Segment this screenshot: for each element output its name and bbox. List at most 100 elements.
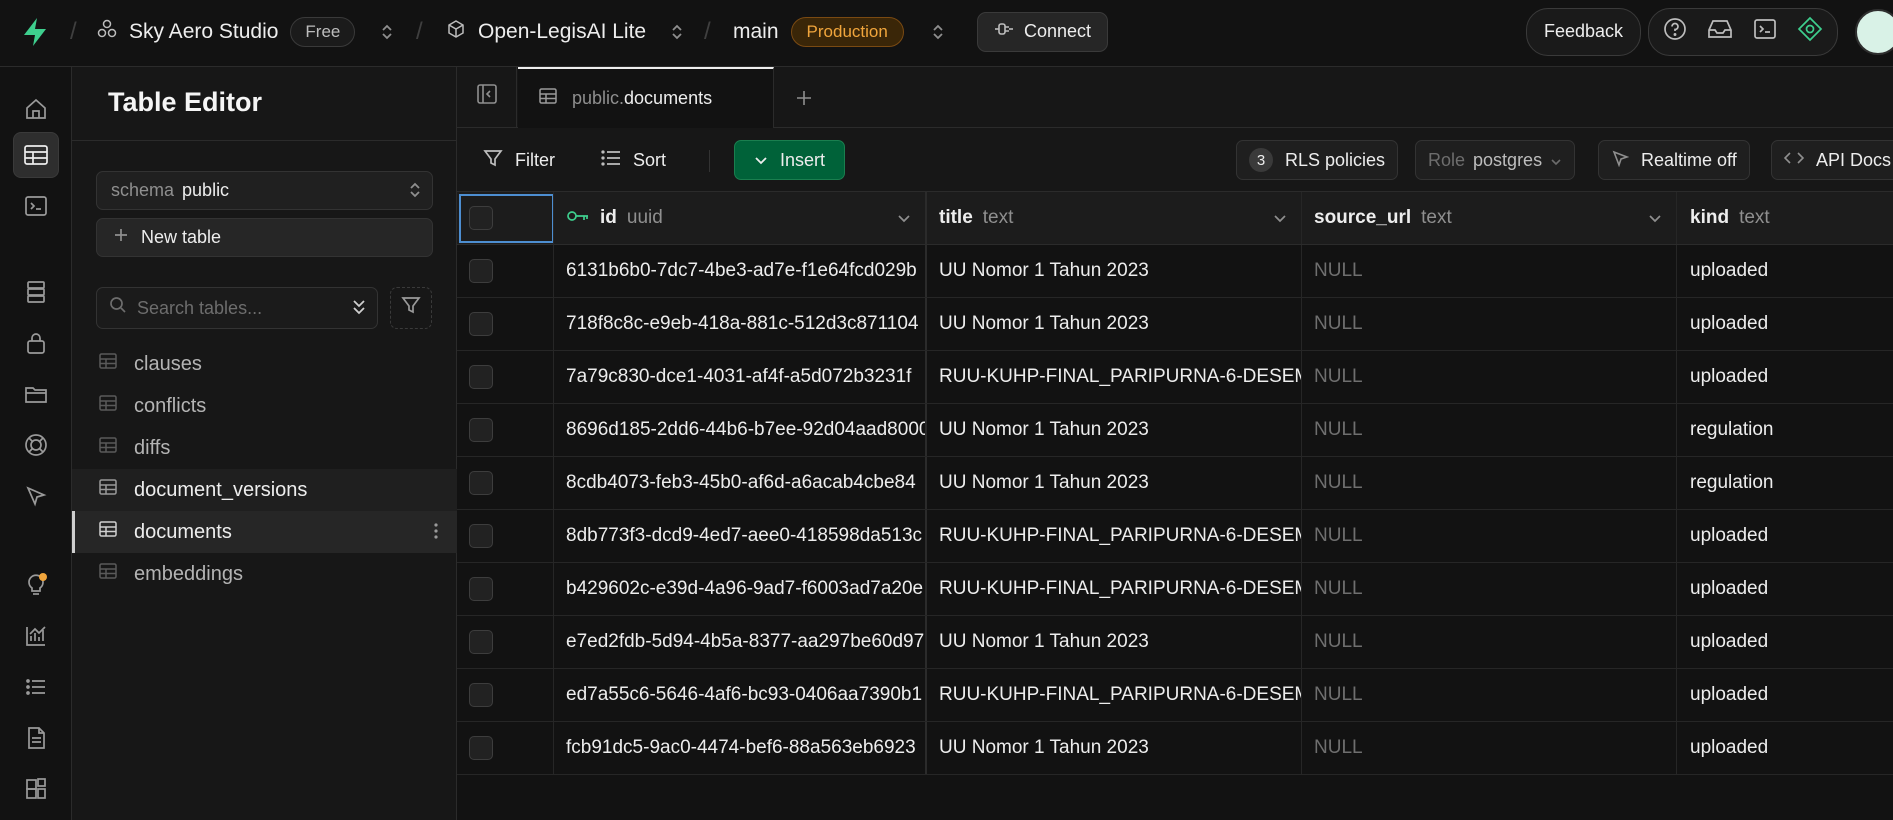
table-item-diffs[interactable]: diffs bbox=[72, 427, 457, 469]
cell-source-url[interactable]: NULL bbox=[1302, 722, 1677, 774]
cell-title[interactable]: UU Nomor 1 Tahun 2023 bbox=[927, 722, 1302, 774]
table-editor-icon[interactable] bbox=[13, 132, 59, 178]
cell-source-url[interactable]: NULL bbox=[1302, 404, 1677, 456]
table-row[interactable]: 718f8c8c-e9eb-418a-881c-512d3c871104 UU N… bbox=[457, 298, 1893, 351]
cursor-icon[interactable] bbox=[13, 473, 59, 519]
cell-kind[interactable]: uploaded bbox=[1677, 510, 1893, 562]
row-checkbox[interactable] bbox=[469, 471, 493, 495]
auth-lock-icon[interactable] bbox=[13, 320, 59, 366]
cell-id[interactable]: 6131b6b0-7dc7-4be3-ad7e-f1e64fcd029b bbox=[554, 245, 927, 297]
cell-source-url[interactable]: NULL bbox=[1302, 669, 1677, 721]
cell-id[interactable]: ed7a55c6-5646-4af6-bc93-0406aa7390b1 bbox=[554, 669, 927, 721]
cell-source-url[interactable]: NULL bbox=[1302, 510, 1677, 562]
sort-button[interactable]: Sort bbox=[589, 140, 678, 180]
cell-id[interactable]: 8cdb4073-feb3-45b0-af6d-a6acab4cbe84 bbox=[554, 457, 927, 509]
cell-kind[interactable]: uploaded bbox=[1677, 669, 1893, 721]
table-row[interactable]: ed7a55c6-5646-4af6-bc93-0406aa7390b1 RUU-… bbox=[457, 669, 1893, 722]
table-row[interactable]: 6131b6b0-7dc7-4be3-ad7e-f1e64fcd029b UU N… bbox=[457, 245, 1893, 298]
cell-title[interactable]: RUU-KUHP-FINAL_PARIPURNA-6-DESEMBER bbox=[927, 510, 1302, 562]
cell-id[interactable]: 8696d185-2dd6-44b6-b7ee-92d04aad8000 bbox=[554, 404, 927, 456]
table-item-documents[interactable]: documents bbox=[72, 511, 457, 553]
row-checkbox[interactable] bbox=[469, 365, 493, 389]
filter-button[interactable]: Filter bbox=[471, 140, 567, 180]
advisors-lightbulb-icon[interactable] bbox=[13, 561, 59, 607]
cell-id[interactable]: 8db773f3-dcd9-4ed7-aee0-418598da513c bbox=[554, 510, 927, 562]
row-checkbox[interactable] bbox=[469, 683, 493, 707]
tab-documents[interactable]: public.documents bbox=[518, 67, 774, 128]
connect-button[interactable]: Connect bbox=[977, 11, 1109, 52]
integrations-icon[interactable] bbox=[13, 766, 59, 812]
column-header-kind[interactable]: kind text bbox=[1677, 192, 1893, 244]
user-avatar[interactable] bbox=[1855, 9, 1893, 55]
column-header-source-url[interactable]: source_url text bbox=[1302, 192, 1677, 244]
cell-kind[interactable]: uploaded bbox=[1677, 722, 1893, 774]
chevron-down-icon[interactable] bbox=[1648, 208, 1662, 230]
column-header-id[interactable]: id uuid bbox=[554, 192, 927, 244]
table-row[interactable]: fcb91dc5-9ac0-4474-bef6-88a563eb6923 UU N… bbox=[457, 722, 1893, 775]
cell-kind[interactable]: uploaded bbox=[1677, 351, 1893, 403]
cell-title[interactable]: RUU-KUHP-FINAL_PARIPURNA-6-DESEMBER bbox=[927, 563, 1302, 615]
row-checkbox[interactable] bbox=[469, 312, 493, 336]
table-row[interactable]: 8cdb4073-feb3-45b0-af6d-a6acab4cbe84 UU N… bbox=[457, 457, 1893, 510]
storage-folder-icon[interactable] bbox=[13, 371, 59, 417]
sql-editor-icon[interactable] bbox=[13, 183, 59, 229]
assistant-icon[interactable] bbox=[1797, 16, 1823, 48]
add-tab-icon[interactable] bbox=[789, 83, 819, 113]
search-tables-input[interactable] bbox=[137, 297, 327, 319]
table-item-document-versions[interactable]: document_versions bbox=[72, 469, 457, 511]
cell-title[interactable]: RUU-KUHP-FINAL_PARIPURNA-6-DESEMBER bbox=[927, 351, 1302, 403]
cell-title[interactable]: UU Nomor 1 Tahun 2023 bbox=[927, 457, 1302, 509]
project-switch-chevron-icon[interactable] bbox=[670, 0, 684, 63]
toggle-sidebar-button[interactable] bbox=[457, 67, 517, 127]
cell-source-url[interactable]: NULL bbox=[1302, 351, 1677, 403]
chevron-down-icon[interactable] bbox=[1273, 208, 1287, 230]
feedback-button[interactable]: Feedback bbox=[1526, 7, 1642, 56]
realtime-icon[interactable] bbox=[13, 422, 59, 468]
new-table-button[interactable]: New table bbox=[96, 218, 433, 257]
cell-id[interactable]: b429602c-e39d-4a96-9ad7-f6003ad7a20e bbox=[554, 563, 927, 615]
org-switch-chevron-icon[interactable] bbox=[380, 0, 394, 63]
reports-chart-icon[interactable] bbox=[13, 613, 59, 659]
project-selector[interactable]: Open-LegisAI Lite bbox=[446, 0, 646, 63]
row-checkbox[interactable] bbox=[469, 736, 493, 760]
filter-tables-button[interactable] bbox=[390, 287, 432, 329]
cell-title[interactable]: UU Nomor 1 Tahun 2023 bbox=[927, 616, 1302, 668]
cell-kind[interactable]: uploaded bbox=[1677, 298, 1893, 350]
chevrons-down-icon[interactable] bbox=[349, 297, 369, 325]
cell-title[interactable]: RUU-KUHP-FINAL_PARIPURNA-6-DESEMBER bbox=[927, 669, 1302, 721]
more-vertical-icon[interactable] bbox=[433, 521, 439, 547]
logs-list-icon[interactable] bbox=[13, 664, 59, 710]
table-row[interactable]: 8696d185-2dd6-44b6-b7ee-92d04aad8000 UU N… bbox=[457, 404, 1893, 457]
role-selector[interactable]: Role postgres bbox=[1415, 140, 1576, 180]
cell-id[interactable]: 718f8c8c-e9eb-418a-881c-512d3c871104 bbox=[554, 298, 927, 350]
table-item-conflicts[interactable]: conflicts bbox=[72, 385, 457, 427]
cell-source-url[interactable]: NULL bbox=[1302, 616, 1677, 668]
row-checkbox[interactable] bbox=[469, 524, 493, 548]
row-checkbox[interactable] bbox=[469, 630, 493, 654]
cell-kind[interactable]: regulation bbox=[1677, 404, 1893, 456]
table-row[interactable]: b429602c-e39d-4a96-9ad7-f6003ad7a20e RUU-… bbox=[457, 563, 1893, 616]
cell-kind[interactable]: uploaded bbox=[1677, 616, 1893, 668]
cell-id[interactable]: e7ed2fdb-5d94-4b5a-8377-aa297be60d97 bbox=[554, 616, 927, 668]
column-header-title[interactable]: title text bbox=[927, 192, 1302, 244]
cell-title[interactable]: UU Nomor 1 Tahun 2023 bbox=[927, 245, 1302, 297]
realtime-toggle-button[interactable]: Realtime off bbox=[1598, 140, 1750, 180]
rls-policies-button[interactable]: 3 RLS policies bbox=[1236, 140, 1399, 180]
cell-source-url[interactable]: NULL bbox=[1302, 563, 1677, 615]
table-item-clauses[interactable]: clauses bbox=[72, 343, 457, 385]
cell-kind[interactable]: regulation bbox=[1677, 457, 1893, 509]
row-checkbox[interactable] bbox=[469, 259, 493, 283]
home-icon[interactable] bbox=[13, 86, 59, 132]
row-checkbox[interactable] bbox=[469, 577, 493, 601]
terminal-icon[interactable] bbox=[1753, 17, 1777, 47]
table-row[interactable]: 7a79c830-dce1-4031-af4f-a5d072b3231f RUU-… bbox=[457, 351, 1893, 404]
cell-source-url[interactable]: NULL bbox=[1302, 245, 1677, 297]
cell-source-url[interactable]: NULL bbox=[1302, 457, 1677, 509]
cell-title[interactable]: UU Nomor 1 Tahun 2023 bbox=[927, 298, 1302, 350]
help-icon[interactable] bbox=[1663, 17, 1687, 47]
branch-selector[interactable]: main Production bbox=[733, 0, 904, 63]
row-checkbox[interactable] bbox=[469, 418, 493, 442]
insert-button[interactable]: Insert bbox=[734, 140, 845, 180]
branch-switch-chevron-icon[interactable] bbox=[931, 0, 945, 63]
cell-kind[interactable]: uploaded bbox=[1677, 245, 1893, 297]
